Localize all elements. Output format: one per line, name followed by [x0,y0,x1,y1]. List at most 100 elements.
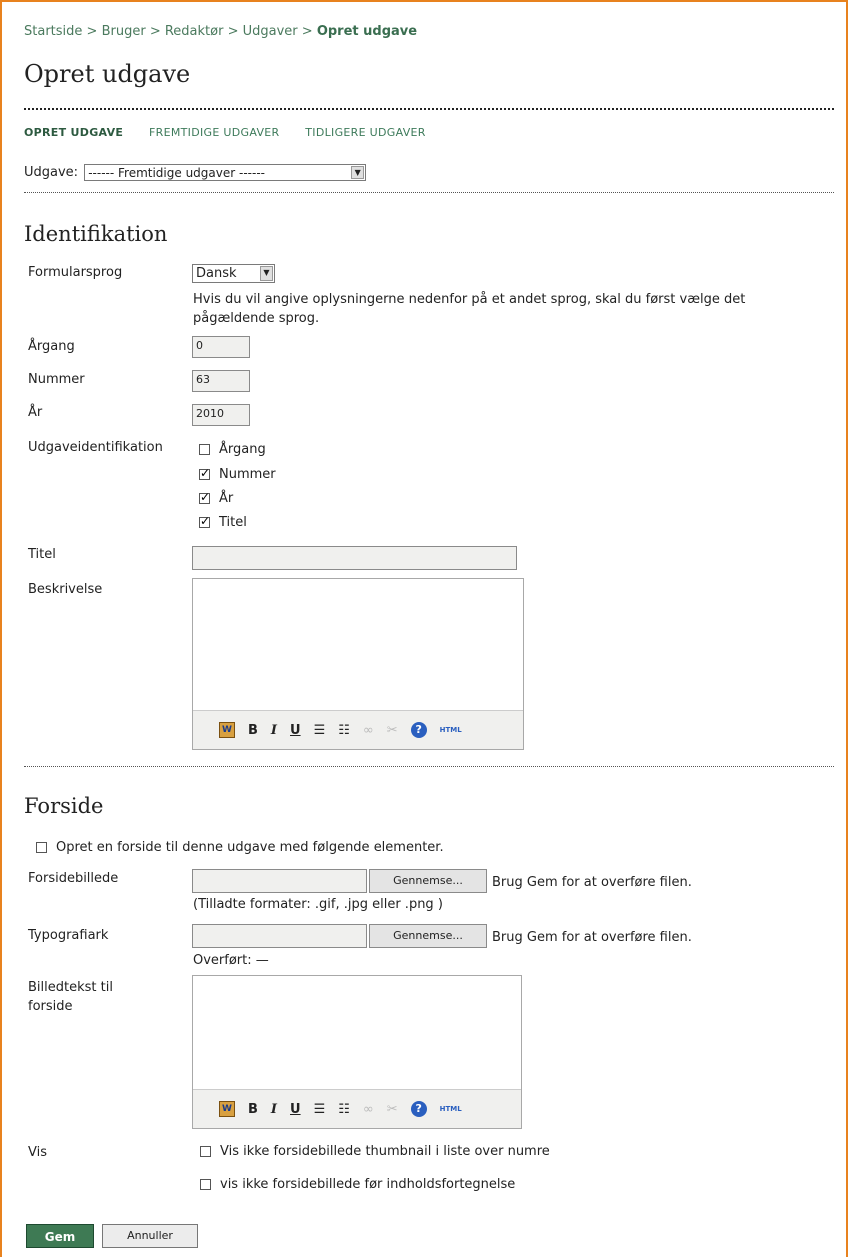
option-title-label: Titel [219,515,247,530]
tab-bar: OPRET UDGAVE FREMTIDIGE UDGAVER TIDLIGER… [24,126,448,139]
unlink-icon[interactable]: ✂ [387,723,398,738]
hide-before-toc-label: vis ikke forsidebillede før indholdsfort… [220,1177,516,1192]
section-divider [24,766,834,767]
issue-select[interactable]: ------ Fremtidige udgaver ------ ▼ [84,164,367,181]
stylesheet-path[interactable] [192,924,367,948]
issue-select-label: Udgave: [24,165,79,180]
breadcrumb-separator: > [227,24,243,39]
number-label: Nummer [28,372,85,387]
breadcrumb-home[interactable]: Startside [24,24,82,39]
volume-input[interactable]: 0 [192,336,250,358]
stylesheet-label: Typografiark [28,928,109,943]
issue-selector-row: Udgave: ------ Fremtidige udgaver ------… [24,164,367,181]
link-icon[interactable]: ∞ [363,723,374,738]
italic-icon[interactable]: I [271,1102,277,1117]
cover-image-file-input: Gennemse... [192,869,487,893]
create-cover-checkbox[interactable] [36,842,47,853]
bullet-list-icon[interactable]: ☰ [314,723,326,738]
year-input[interactable]: 2010 [192,404,250,426]
option-number: Nummer [199,466,276,482]
link-icon[interactable]: ∞ [363,1102,374,1117]
stylesheet-browse-button[interactable]: Gennemse... [369,924,487,948]
description-editor[interactable]: W B I U ☰ ☷ ∞ ✂ ? HTML [192,578,524,750]
description-label: Beskrivelse [28,582,103,597]
breadcrumb-current[interactable]: Opret udgave [317,24,417,39]
title-input[interactable] [192,546,517,570]
breadcrumb-separator: > [86,24,102,39]
cover-heading: Forside [24,794,104,818]
stylesheet-uploaded: Overført: — [193,953,269,968]
breadcrumb-editor[interactable]: Redaktør [165,24,224,39]
hide-before-toc-checkbox[interactable] [200,1179,211,1190]
form-language-value: Dansk [196,266,237,281]
caption-label-line2: forside [28,999,73,1014]
form-language-select[interactable]: Dansk ▼ [192,264,275,283]
help-icon[interactable]: ? [410,722,427,738]
tab-back-issues[interactable]: TIDLIGERE UDGAVER [305,126,425,139]
help-icon[interactable]: ? [410,1101,427,1117]
breadcrumb-user[interactable]: Bruger [102,24,146,39]
breadcrumb: Startside > Bruger > Redaktør > Udgaver … [24,24,417,39]
underline-icon[interactable]: U [290,1102,301,1117]
breadcrumb-issues[interactable]: Udgaver [243,24,298,39]
numbered-list-icon[interactable]: ☷ [338,1102,350,1117]
tab-future-issues[interactable]: FREMTIDIGE UDGAVER [149,126,279,139]
stylesheet-hint: Brug Gem for at overføre filen. [492,930,692,945]
stylesheet-file-input: Gennemse... [192,924,487,948]
hide-thumbnail-label: Vis ikke forsidebillede thumbnail i list… [220,1144,550,1159]
number-checkbox[interactable] [199,466,210,480]
editor-toolbar: W B I U ☰ ☷ ∞ ✂ ? HTML [193,710,523,749]
bullet-list-icon[interactable]: ☰ [314,1102,326,1117]
unlink-icon[interactable]: ✂ [387,1102,398,1117]
option-volume: Årgang [199,442,266,457]
option-volume-label: Årgang [219,442,266,457]
bold-icon[interactable]: B [248,1102,258,1117]
italic-icon[interactable]: I [271,723,277,738]
number-input[interactable]: 63 [192,370,250,392]
breadcrumb-separator: > [149,24,165,39]
option-title: Titel [199,514,247,530]
title-checkbox[interactable] [199,514,210,528]
display-option-thumbnail: Vis ikke forsidebillede thumbnail i list… [200,1144,550,1159]
page-title: Opret udgave [24,60,191,88]
identification-heading: Identifikation [24,222,168,246]
section-divider [24,192,834,193]
underline-icon[interactable]: U [290,723,301,738]
year-checkbox[interactable] [199,490,210,504]
title-divider [24,108,834,110]
tab-create-issue[interactable]: OPRET UDGAVE [24,126,123,139]
cover-image-label: Forsidebillede [28,871,119,886]
paste-word-icon[interactable]: W [219,1101,235,1117]
form-language-help: Hvis du vil angive oplysningerne nedenfo… [193,292,746,326]
html-icon[interactable]: HTML [440,726,462,734]
caption-label: Billedtekst til forside [28,978,113,1016]
paste-word-icon[interactable]: W [219,722,235,738]
create-cover-option: Opret en forside til denne udgave med fø… [36,840,444,855]
chevron-down-icon: ▼ [260,266,273,281]
breadcrumb-separator: > [301,24,317,39]
editor-toolbar: W B I U ☰ ☷ ∞ ✂ ? HTML [193,1089,521,1128]
cancel-button[interactable]: Annuller [102,1224,198,1248]
page: Startside > Bruger > Redaktør > Udgaver … [0,0,848,1257]
form-language-label: Formularsprog [28,265,123,280]
display-label: Vis [28,1145,47,1160]
bold-icon[interactable]: B [248,723,258,738]
numbered-list-icon[interactable]: ☷ [338,723,350,738]
hide-thumbnail-checkbox[interactable] [200,1146,211,1157]
caption-label-line1: Billedtekst til [28,980,113,995]
display-option-toc: vis ikke forsidebillede før indholdsfort… [200,1177,515,1192]
issue-select-value: ------ Fremtidige udgaver ------ [88,166,265,180]
option-year: År [199,490,233,506]
volume-checkbox[interactable] [199,444,210,455]
title-label: Titel [28,547,56,562]
cover-image-browse-button[interactable]: Gennemse... [369,869,487,893]
year-label: År [28,405,43,420]
volume-label: Årgang [28,339,75,354]
caption-editor[interactable]: W B I U ☰ ☷ ∞ ✂ ? HTML [192,975,522,1129]
save-button[interactable]: Gem [26,1224,94,1248]
cover-image-path[interactable] [192,869,367,893]
option-number-label: Nummer [219,467,276,482]
html-icon[interactable]: HTML [440,1105,462,1113]
create-cover-label: Opret en forside til denne udgave med fø… [56,840,444,855]
issue-identification-label: Udgaveidentifikation [28,440,163,455]
